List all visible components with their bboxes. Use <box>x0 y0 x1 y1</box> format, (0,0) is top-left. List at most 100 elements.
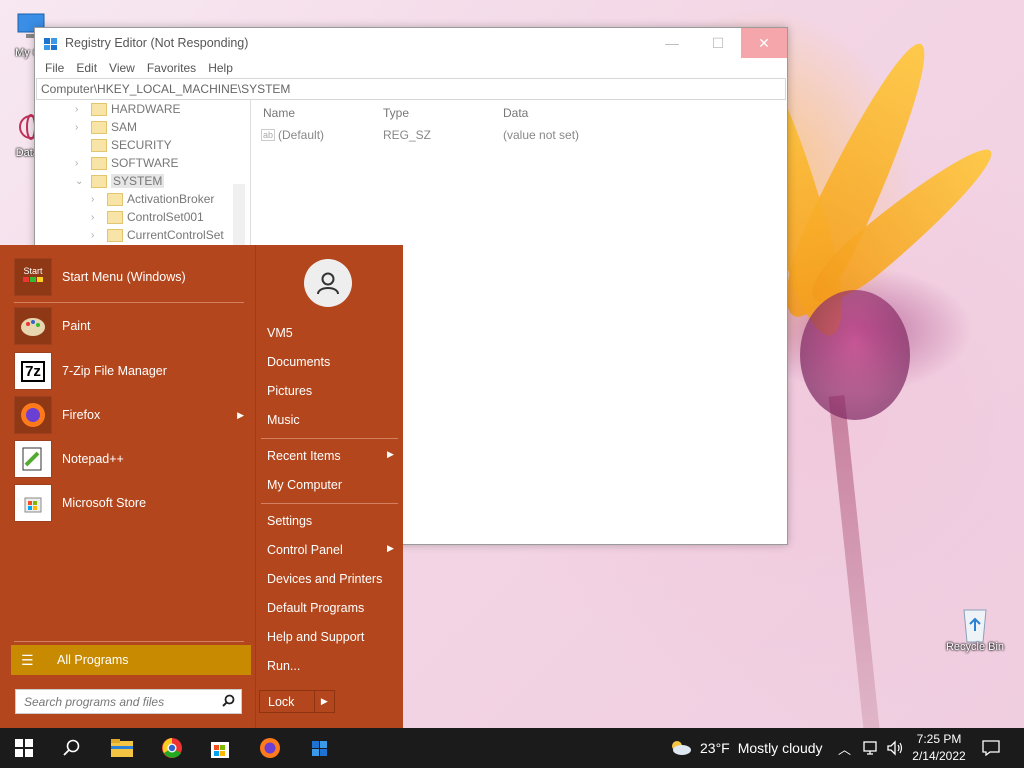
wallpaper-stem <box>828 395 880 730</box>
value-data: (value not set) <box>503 128 580 142</box>
address-bar[interactable]: Computer\HKEY_LOCAL_MACHINE\SYSTEM <box>36 78 786 100</box>
place-devices-and-printers[interactable]: Devices and Printers <box>267 572 382 586</box>
start-menu-programs: Start Start Menu (Windows) Paint 7z 7-Zi… <box>0 245 255 728</box>
notepadpp-icon <box>14 440 52 478</box>
menu-favorites[interactable]: Favorites <box>141 61 202 75</box>
taskbar-chrome[interactable] <box>148 728 196 768</box>
search-input[interactable]: Search programs and files <box>15 689 242 714</box>
tree-item-selected[interactable]: ⌄ SYSTEM <box>75 172 165 190</box>
clock-date: 2/14/2022 <box>912 749 966 763</box>
notification-icon <box>982 740 1000 756</box>
network-button[interactable] <box>862 728 880 768</box>
tree-scrollbar[interactable] <box>233 184 245 250</box>
taskbar-clock[interactable]: 7:25 PM 2/14/2022 <box>904 731 974 765</box>
tree-item[interactable]: › ActivationBroker <box>91 190 214 208</box>
column-header-name[interactable]: Name <box>263 106 295 120</box>
tree-item[interactable]: › CurrentControlSet <box>91 226 224 244</box>
chrome-icon <box>162 738 182 758</box>
volume-button[interactable] <box>886 728 904 768</box>
search-icon <box>63 739 80 756</box>
window-titlebar[interactable]: Registry Editor (Not Responding) — ☐ ✕ <box>35 28 787 58</box>
taskbar-file-explorer[interactable] <box>98 728 146 768</box>
start-item-firefox[interactable]: Firefox ▶ <box>14 396 244 434</box>
place-vm5[interactable]: VM5 <box>267 326 293 340</box>
place-recent-items[interactable]: Recent Items ▶ <box>267 449 394 463</box>
place-run[interactable]: Run... <box>267 659 300 673</box>
submenu-arrow-icon: ▶ <box>237 409 244 420</box>
divider <box>261 503 398 504</box>
desktop-icon-recycle-bin[interactable]: Recycle Bin <box>940 604 1010 653</box>
windows-start-button[interactable] <box>0 728 48 768</box>
key-tree-pane[interactable]: › HARDWARE › SAM SECURITY › SOFTWARE ⌄ SYSTE… <box>35 100 251 250</box>
weather-description: Mostly cloudy <box>737 740 823 756</box>
start-item-label: Microsoft Store <box>62 496 147 510</box>
menu-help[interactable]: Help <box>202 61 239 75</box>
divider <box>261 438 398 439</box>
folder-icon <box>107 210 123 224</box>
lock-button[interactable]: Lock ▶ <box>259 690 335 713</box>
start-item-paint[interactable]: Paint <box>14 307 244 345</box>
lock-options-arrow-icon[interactable]: ▶ <box>313 691 334 712</box>
firefox-icon <box>260 738 280 758</box>
search-icon[interactable] <box>222 694 235 710</box>
place-control-panel[interactable]: Control Panel ▶ <box>267 543 394 557</box>
taskbar-firefox[interactable] <box>246 728 294 768</box>
clock-time: 7:25 PM <box>916 732 962 746</box>
registry-icon <box>312 741 327 756</box>
value-row[interactable]: ab (Default) <box>261 128 324 142</box>
notifications-button[interactable] <box>982 728 1000 768</box>
start-item-label: Firefox <box>62 408 101 422</box>
value-type: REG_SZ <box>383 128 432 142</box>
place-my-computer[interactable]: My Computer <box>267 478 342 492</box>
start-menu-places: VM5 Documents Pictures Music Recent Item… <box>255 245 404 728</box>
tree-item[interactable]: › SOFTWARE <box>75 154 179 172</box>
tree-item[interactable]: › ControlSet001 <box>91 208 204 226</box>
folder-icon <box>91 138 107 152</box>
firefox-icon <box>14 396 52 434</box>
list-icon: ☰ <box>21 651 34 668</box>
tree-item[interactable]: › HARDWARE <box>75 100 181 118</box>
tree-item[interactable]: › SAM <box>75 118 137 136</box>
place-documents[interactable]: Documents <box>267 355 330 369</box>
maximize-button[interactable]: ☐ <box>695 28 741 58</box>
menu-file[interactable]: File <box>39 61 70 75</box>
place-music[interactable]: Music <box>267 413 300 427</box>
column-header-type[interactable]: Type <box>383 106 409 120</box>
divider <box>14 302 244 303</box>
start-item-microsoft-store[interactable]: Microsoft Store <box>14 484 244 522</box>
place-pictures[interactable]: Pictures <box>267 384 312 398</box>
speaker-icon <box>887 740 903 756</box>
place-settings[interactable]: Settings <box>267 514 312 528</box>
folder-icon <box>91 120 107 134</box>
user-avatar-icon[interactable] <box>304 259 352 307</box>
place-default-programs[interactable]: Default Programs <box>267 601 364 615</box>
all-programs-button[interactable]: ☰ All Programs <box>11 645 251 675</box>
start-item-7zip[interactable]: 7z 7-Zip File Manager <box>14 352 244 390</box>
place-help-and-support[interactable]: Help and Support <box>267 630 364 644</box>
submenu-arrow-icon: ▶ <box>387 543 394 553</box>
recycle-bin-icon <box>958 604 992 643</box>
string-value-icon: ab <box>261 129 276 141</box>
show-hidden-icons-button[interactable]: ︿ <box>838 728 851 768</box>
value-name: (Default) <box>278 128 325 142</box>
taskbar-search-button[interactable] <box>48 728 96 768</box>
menu-view[interactable]: View <box>103 61 141 75</box>
weather-widget[interactable]: 23°F Mostly cloudy <box>668 728 823 768</box>
start-item-notepadpp[interactable]: Notepad++ <box>14 440 244 478</box>
minimize-button[interactable]: — <box>649 28 695 58</box>
divider <box>14 641 244 642</box>
store-icon <box>211 742 229 758</box>
start-item-start-menu[interactable]: Start Start Menu (Windows) <box>14 258 244 296</box>
7zip-icon: 7z <box>14 352 52 390</box>
taskbar-microsoft-store[interactable] <box>196 728 244 768</box>
close-button[interactable]: ✕ <box>741 28 787 58</box>
taskbar-registry-editor[interactable] <box>296 728 344 768</box>
search-placeholder: Search programs and files <box>24 694 165 709</box>
store-icon <box>14 484 52 522</box>
column-header-data[interactable]: Data <box>503 106 528 120</box>
folder-icon <box>111 739 133 757</box>
tree-item[interactable]: SECURITY <box>75 136 172 154</box>
start-menu[interactable]: Start Start Menu (Windows) Paint 7z 7-Zi… <box>0 245 403 728</box>
menu-edit[interactable]: Edit <box>70 61 103 75</box>
lock-label: Lock <box>268 694 295 709</box>
